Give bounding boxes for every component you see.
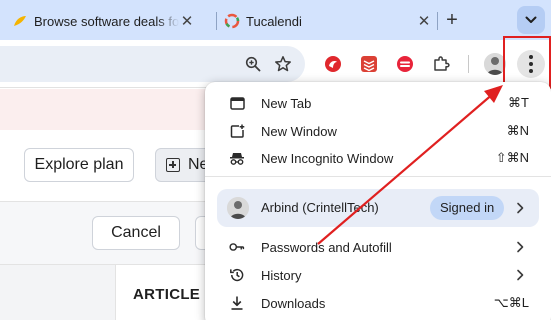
bookmark-star-icon[interactable]	[272, 53, 294, 75]
profile-name: Arbind (CrintellTech)	[261, 200, 379, 215]
signed-in-badge: Signed in	[430, 196, 505, 220]
menu-item-label: New Incognito Window	[261, 150, 394, 166]
chevron-right-icon	[517, 202, 524, 214]
explore-plan-button[interactable]: Explore plan	[24, 148, 134, 182]
new-tab-button[interactable]: +	[441, 10, 463, 32]
menu-item-label: History	[261, 267, 302, 283]
extension-red-icon[interactable]	[394, 53, 416, 75]
tucalendi-icon	[224, 13, 240, 29]
extensions-puzzle-icon[interactable]	[430, 53, 452, 75]
menu-item-label: Passwords and Autofill	[261, 239, 392, 255]
menu-item-downloads[interactable]: Downloads ⌥⌘L	[205, 289, 551, 317]
zoom-icon[interactable]	[242, 53, 264, 75]
appsumo-icon	[14, 16, 26, 26]
tab-title: Browse software deals for	[34, 13, 179, 29]
chrome-menu: New Tab ⌘T New Window ⌘N New Incognito W…	[205, 82, 551, 320]
menu-item-new-window[interactable]: New Window ⌘N	[205, 117, 551, 145]
menu-profile-row[interactable]: Arbind (CrintellTech) Signed in	[217, 189, 539, 227]
menu-item-history[interactable]: History	[205, 261, 551, 289]
incognito-icon	[229, 150, 245, 166]
new-window-icon	[229, 123, 245, 139]
close-icon[interactable]: ✕	[416, 13, 432, 30]
side-column	[0, 265, 116, 320]
download-icon	[229, 295, 245, 311]
menu-item-new-tab[interactable]: New Tab ⌘T	[205, 89, 551, 117]
chevron-right-icon	[517, 269, 524, 281]
tab-separator	[216, 12, 217, 30]
menu-item-new-incognito-window[interactable]: New Incognito Window ⇧⌘N	[205, 144, 551, 172]
toolbar-divider	[468, 55, 469, 73]
new-tab-icon	[229, 95, 245, 111]
menu-item-label: Downloads	[261, 295, 326, 311]
cancel-button[interactable]: Cancel	[92, 216, 180, 250]
chevron-down-icon	[525, 16, 537, 23]
tab-browse-software[interactable]: Browse software deals for ✕	[6, 8, 214, 34]
tab-tucalendi[interactable]: Tucalendi ✕	[218, 8, 436, 34]
extension-red-circle-icon[interactable]	[322, 53, 344, 75]
article-heading: ARTICLE I	[133, 286, 210, 303]
tab-search-button[interactable]	[517, 6, 545, 34]
tab-separator	[437, 12, 438, 30]
menu-item-shortcut: ⌘T	[508, 95, 529, 110]
key-icon	[229, 239, 245, 255]
close-icon[interactable]: ✕	[179, 13, 195, 30]
tab-title: Tucalendi	[246, 13, 302, 29]
tab-strip: Browse software deals for ✕ Tucalendi ✕ …	[0, 0, 551, 40]
avatar	[227, 197, 249, 219]
chevron-right-icon	[517, 241, 524, 253]
menu-item-label: New Tab	[261, 95, 312, 111]
menu-item-label: New Window	[261, 123, 337, 139]
todoist-icon[interactable]	[358, 53, 380, 75]
menu-item-shortcut: ⇧⌘N	[495, 150, 529, 165]
history-icon	[229, 267, 245, 283]
menu-item-shortcut: ⌘N	[506, 123, 529, 138]
menu-item-shortcut: ⌥⌘L	[493, 295, 529, 310]
menu-divider	[205, 176, 551, 177]
plus-box-icon	[166, 158, 180, 172]
menu-item-passwords-autofill[interactable]: Passwords and Autofill	[205, 233, 551, 261]
